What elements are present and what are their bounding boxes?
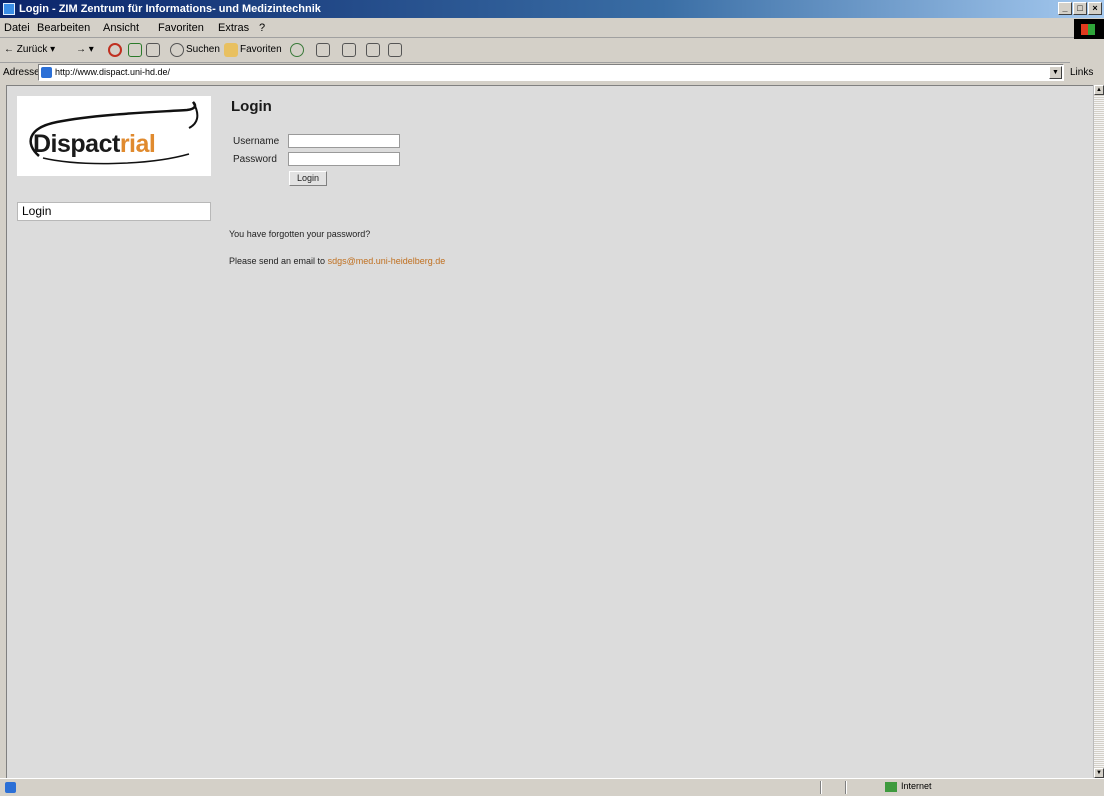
username-label: Username: [233, 136, 280, 147]
security-zone: Internet: [885, 781, 932, 792]
logo-text: Dispactrial: [33, 130, 156, 159]
menu-extras[interactable]: Extras: [218, 22, 249, 34]
address-dropdown-button[interactable]: ▼: [1049, 66, 1062, 79]
internet-zone-icon: [885, 781, 897, 792]
window-controls: _ □ ×: [1057, 2, 1102, 16]
search-button[interactable]: Suchen: [186, 44, 220, 55]
scroll-track[interactable]: [1094, 95, 1104, 768]
refresh-icon[interactable]: [128, 43, 142, 57]
minimize-button[interactable]: _: [1058, 2, 1072, 15]
address-label: Adresse: [3, 67, 40, 78]
menu-bearbeiten[interactable]: Bearbeiten: [37, 22, 90, 34]
window-titlebar[interactable]: Login - ZIM Zentrum für Informations- un…: [0, 0, 1104, 18]
username-field[interactable]: [288, 134, 400, 148]
forward-icon[interactable]: → ▾: [76, 44, 94, 55]
sidebar-item-login[interactable]: Login: [17, 202, 211, 221]
menu-favoriten[interactable]: Favoriten: [158, 22, 204, 34]
dispactrial-logo: Dispactrial: [17, 96, 211, 176]
password-label: Password: [233, 154, 277, 165]
address-url[interactable]: http://www.dispact.uni-hd.de/: [55, 67, 170, 77]
address-input[interactable]: http://www.dispact.uni-hd.de/ ▼: [38, 64, 1064, 81]
scroll-up-icon[interactable]: ▲: [1094, 85, 1104, 95]
login-button[interactable]: Login: [289, 171, 327, 186]
menu-datei[interactable]: Datei: [4, 22, 30, 34]
addressbar: Adresse http://www.dispact.uni-hd.de/ ▼ …: [0, 63, 1104, 84]
history-icon[interactable]: [290, 43, 304, 57]
stop-icon[interactable]: [108, 43, 122, 57]
home-icon[interactable]: [146, 43, 160, 57]
menu-help[interactable]: ?: [259, 22, 265, 34]
statusbar: Internet: [0, 778, 1104, 796]
contact-line: Please send an email to sdgs@med.uni-hei…: [229, 256, 445, 266]
forgot-password-text: You have forgotten your password?: [229, 229, 371, 239]
window-title: Login - ZIM Zentrum für Informations- un…: [19, 3, 321, 15]
windows-logo: [1074, 19, 1104, 39]
print-icon[interactable]: [342, 43, 356, 57]
back-label: Zurück: [16, 44, 48, 55]
status-divider: [845, 781, 847, 794]
close-button[interactable]: ×: [1088, 2, 1102, 15]
menubar: Datei Bearbeiten Ansicht Favoriten Extra…: [0, 19, 1104, 38]
menu-ansicht[interactable]: Ansicht: [103, 22, 139, 34]
scroll-down-icon[interactable]: ▼: [1094, 768, 1104, 778]
page-content: Dispactrial Login Login Username Passwor…: [6, 85, 1093, 778]
search-icon[interactable]: [170, 43, 184, 57]
vertical-scrollbar[interactable]: ▲ ▼: [1093, 85, 1104, 778]
page-title: Login: [231, 98, 272, 115]
toolbar: ← Zurück ▾ → ▾ Suchen Favoriten: [0, 38, 1070, 63]
status-divider: [820, 781, 822, 794]
mail-icon[interactable]: [316, 43, 330, 57]
ie-page-icon: [41, 67, 52, 78]
maximize-button[interactable]: □: [1073, 2, 1087, 15]
favorites-icon[interactable]: [224, 43, 238, 57]
zone-label: Internet: [901, 781, 932, 791]
page-status-icon: [5, 782, 16, 793]
edit-icon[interactable]: [366, 43, 380, 57]
discuss-icon[interactable]: [388, 43, 402, 57]
contact-email-link[interactable]: sdgs@med.uni-heidelberg.de: [328, 256, 446, 266]
favorites-button[interactable]: Favoriten: [240, 44, 282, 55]
windows-logo-icon: [1081, 24, 1095, 35]
logo-text-main: Dispact: [33, 130, 120, 158]
browser-icon: [3, 3, 15, 15]
logo-text-accent: rial: [119, 130, 156, 158]
links-button[interactable]: Links: [1070, 67, 1093, 78]
contact-prefix: Please send an email to: [229, 256, 326, 266]
back-button[interactable]: ← Zurück ▾: [4, 44, 55, 55]
password-field[interactable]: [288, 152, 400, 166]
